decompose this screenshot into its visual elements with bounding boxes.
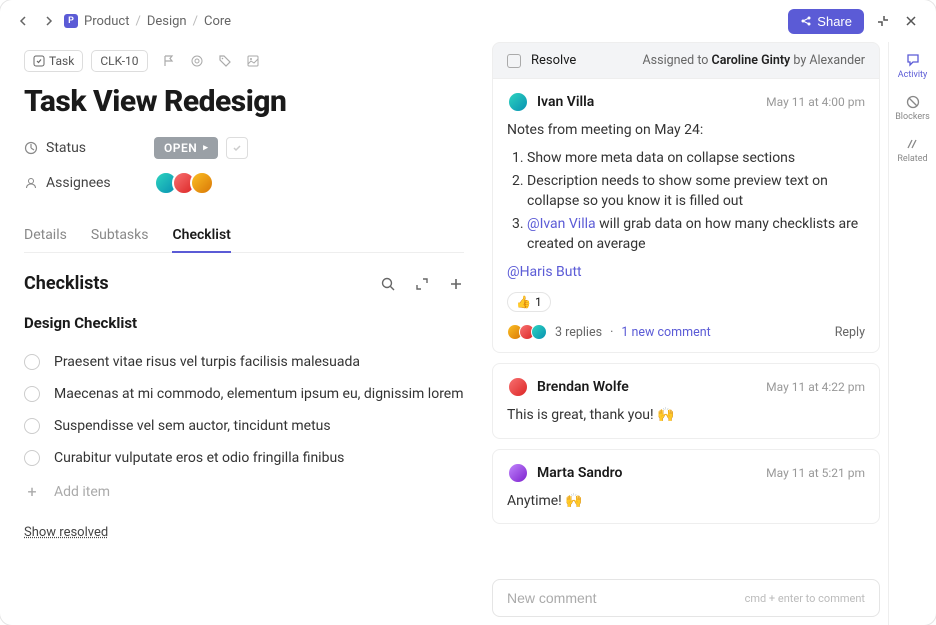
comment-author: Ivan Villa [507,91,594,113]
status-badge[interactable]: OPEN ▸ [154,137,218,159]
composer-hint: cmd + enter to comment [745,592,865,605]
mention-link[interactable]: @Haris Butt [507,264,582,280]
comment-author: Marta Sandro [507,462,622,484]
block-icon [905,94,921,110]
avatar [190,171,214,195]
checklist-item[interactable]: Suspendisse vel sem auctor, tincidunt me… [24,410,464,442]
assigned-to-text: Assigned to Caroline Ginty by Alexander [643,53,865,68]
comment-time: May 11 at 4:22 pm [766,380,865,394]
collapse-icon[interactable] [874,12,892,30]
tag-icon[interactable] [218,54,232,68]
task-type-chip[interactable]: Task [24,50,83,72]
assignees-avatars[interactable] [154,171,214,195]
related-icon [904,136,920,152]
rail-activity[interactable]: Activity [898,52,927,80]
comment-body: Anytime! 🙌 [507,492,865,512]
tab-details[interactable]: Details [24,219,67,252]
target-icon[interactable] [190,54,204,68]
image-icon[interactable] [246,54,260,68]
new-comment-input[interactable] [507,590,745,606]
page-title: Task View Redesign [24,84,464,119]
checklist-item[interactable]: Curabitur vulputate eros et odio fringil… [24,442,464,474]
plus-icon: + [24,482,40,501]
task-type-label: Task [49,54,74,68]
avatar [507,462,529,484]
project-icon: P [64,14,78,28]
status-dropdown-icon: ▸ [203,143,208,153]
comment-author: Brendan Wolfe [507,376,629,398]
share-icon [800,15,812,27]
add-checklist-icon[interactable] [448,276,464,292]
checklist-item[interactable]: Maecenas at mi commodo, elementum ipsum … [24,378,464,410]
comment-body: Notes from meeting on May 24: Show more … [507,121,865,282]
share-button[interactable]: Share [788,9,864,34]
search-icon[interactable] [380,276,396,292]
comment-time: May 11 at 5:21 pm [766,466,865,480]
breadcrumb: P Product / Design / Core [64,14,231,29]
status-value: OPEN [164,141,197,155]
resolve-label: Resolve [531,53,576,68]
expand-icon[interactable] [414,276,430,292]
check-circle[interactable] [24,354,40,370]
tab-subtasks[interactable]: Subtasks [91,219,149,252]
add-item-button[interactable]: +Add item [24,474,464,509]
task-icon [33,55,45,67]
show-resolved-link[interactable]: Show resolved [24,525,464,540]
avatar [507,91,529,113]
reply-button[interactable]: Reply [835,325,865,340]
breadcrumb-design[interactable]: Design [147,14,187,29]
breadcrumb-core[interactable]: Core [204,14,231,29]
status-label: Status [24,140,154,156]
assignees-label: Assignees [24,175,154,191]
resolve-checkbox[interactable] [507,54,521,68]
nav-back-icon[interactable] [16,13,32,29]
avatar [507,376,529,398]
avatar [531,324,547,340]
comment-time: May 11 at 4:00 pm [766,95,865,109]
status-complete-button[interactable] [226,137,248,159]
person-icon [24,176,38,190]
check-circle[interactable] [24,450,40,466]
checklists-heading: Checklists [24,273,109,294]
reaction-button[interactable]: 👍 1 [507,292,551,312]
share-label: Share [817,14,852,29]
task-id-chip[interactable]: CLK-10 [91,50,147,72]
status-icon [24,141,38,155]
nav-forward-icon[interactable] [40,13,56,29]
mention-link[interactable]: @Ivan Villa [527,216,596,232]
flag-icon[interactable] [162,54,176,68]
replies-count[interactable]: 3 replies [555,325,602,340]
check-circle[interactable] [24,386,40,402]
checklist-item[interactable]: Praesent vitae risus vel turpis facilisi… [24,346,464,378]
breadcrumb-project[interactable]: Product [84,14,129,29]
tab-checklist[interactable]: Checklist [172,219,230,253]
new-comment-link[interactable]: 1 new comment [621,325,710,340]
checklist-title: Design Checklist [24,314,464,332]
rail-blockers[interactable]: Blockers [895,94,930,122]
chat-icon [905,52,921,68]
check-circle[interactable] [24,418,40,434]
close-icon[interactable] [902,12,920,30]
comment-body: This is great, thank you! 🙌 [507,406,865,426]
rail-related[interactable]: Related [897,136,927,164]
